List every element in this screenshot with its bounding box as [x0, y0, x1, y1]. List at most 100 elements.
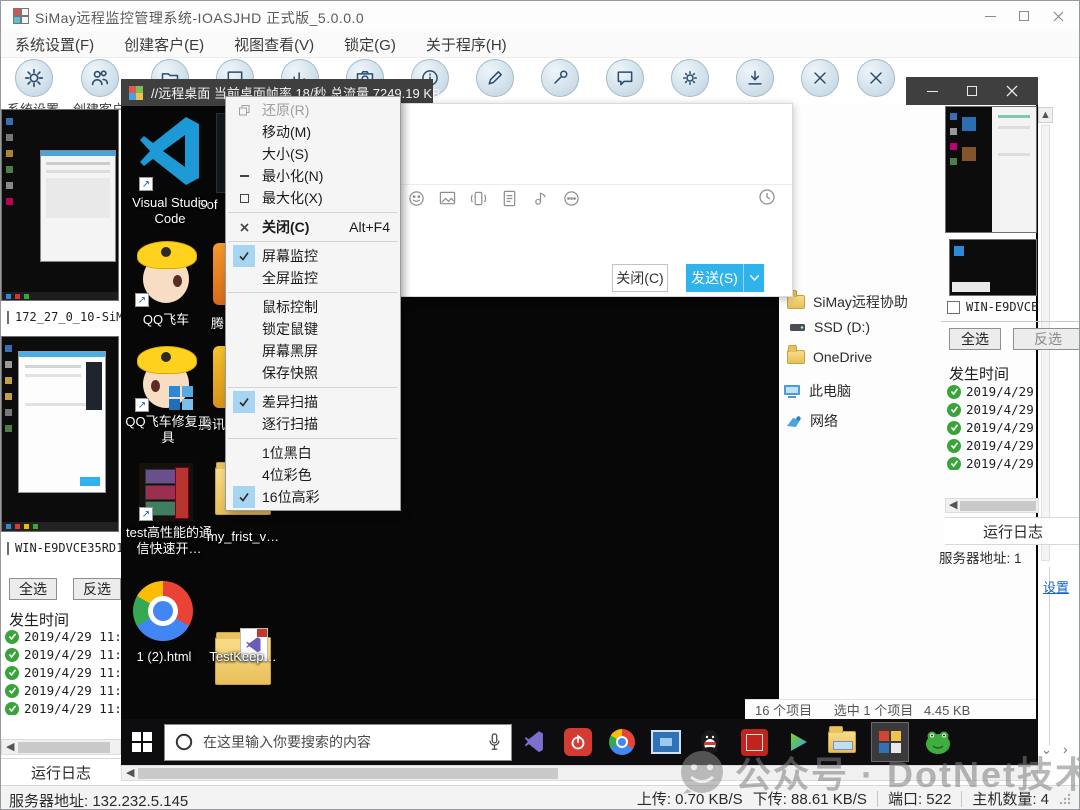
desktop-icon-chrome-html[interactable] [133, 581, 195, 645]
shake-window-icon[interactable] [470, 190, 487, 207]
tree-item-simay[interactable]: SiMay远程协助 [787, 292, 908, 312]
taskbar-netease-music-icon[interactable] [563, 727, 593, 757]
checked-icon [233, 391, 255, 413]
tree-item-onedrive[interactable]: OneDrive [787, 349, 872, 365]
host-thumbnail-1[interactable] [1, 109, 119, 301]
download-icon[interactable] [736, 59, 774, 97]
window-controls [973, 4, 1075, 28]
file-transfer-icon[interactable] [501, 190, 518, 207]
close-button[interactable] [1041, 4, 1075, 28]
menu-item-diff-scan[interactable]: 差异扫描 [226, 391, 400, 413]
menu-view[interactable]: 视图查看(V) [234, 34, 314, 55]
wrench-icon[interactable] [541, 59, 579, 97]
minimize-button[interactable] [920, 79, 946, 103]
menu-item-black-screen[interactable]: 屏幕黑屏 [226, 340, 400, 362]
taskbar-remote-app-icon[interactable] [651, 727, 681, 757]
menu-system-settings[interactable]: 系统设置(F) [15, 34, 94, 55]
menu-item-lock-input[interactable]: 锁定鼠键 [226, 318, 400, 340]
pencil-icon[interactable] [476, 59, 514, 97]
scroll-left-icon[interactable]: ◀ [126, 768, 134, 779]
audio-icon[interactable] [532, 190, 549, 207]
tree-item-this-pc[interactable]: 此电脑 [783, 381, 851, 401]
desktop-icon-qq-speed[interactable]: ↗ [135, 241, 197, 307]
maximize-button[interactable] [1007, 4, 1041, 28]
right-horizontal-scrollbar[interactable]: ◀ [945, 498, 1039, 513]
run-log-tab[interactable]: 运行日志 [1, 758, 121, 787]
scroll-left-icon[interactable]: ◀ [6, 742, 14, 753]
menu-item-mouse-control[interactable]: 鼠标控制 [226, 296, 400, 318]
invert-select-button[interactable]: 反选 [73, 578, 121, 600]
thumb-desktop-icons [5, 345, 13, 495]
select-all-button-right[interactable]: 全选 [949, 328, 1001, 350]
left-horizontal-scrollbar[interactable]: ◀ [1, 739, 121, 755]
select-all-button[interactable]: 全选 [9, 578, 57, 600]
desktop-icon-vscode[interactable]: ↗ [139, 113, 201, 191]
menu-item-screen-monitor[interactable]: 屏幕监控 [226, 245, 400, 267]
host-thumbnail-3[interactable] [945, 106, 1037, 233]
maximize-button[interactable] [959, 79, 985, 103]
settings-link[interactable]: 设置 [1043, 577, 1069, 596]
close-button[interactable] [999, 79, 1025, 103]
thumb-window [40, 150, 116, 262]
thumb-desktop-icons [6, 118, 14, 238]
desktop-icon-qq-speed-repair[interactable]: ↗ [135, 346, 197, 412]
mic-icon[interactable] [488, 733, 501, 751]
menu-item-fullscreen-monitor[interactable]: 全屏监控 [226, 267, 400, 289]
menu-about[interactable]: 关于程序(H) [426, 34, 507, 55]
host-thumbnail-2[interactable] [1, 336, 119, 532]
windows-logo-overlay [169, 386, 193, 410]
desktop-icon-label: TestKeep… [203, 649, 283, 665]
menu-item-size[interactable]: 大小(S) [226, 143, 400, 165]
settings-gear-icon[interactable] [671, 59, 709, 97]
menu-item-minimize[interactable]: 最小化(N) [226, 165, 400, 187]
scrollbar-thumb[interactable] [138, 768, 558, 779]
message-area[interactable] [400, 104, 792, 184]
taskbar-vscode-icon[interactable] [519, 727, 549, 757]
app-icon [13, 8, 29, 24]
menu-item-16bit-color[interactable]: 16位高彩 [226, 486, 400, 508]
run-log-tab-right[interactable]: 运行日志 [945, 517, 1080, 545]
divider [400, 184, 792, 185]
drive-icon [789, 321, 806, 333]
menu-item-1bit-bw[interactable]: 1位黑白 [226, 442, 400, 464]
invert-select-button-right[interactable]: 反选 [1013, 328, 1080, 350]
menu-item-save-snapshot[interactable]: 保存快照 [226, 362, 400, 384]
desktop-icon-winrar[interactable]: ↗ [139, 463, 193, 521]
menu-item-4bit-color[interactable]: 4位彩色 [226, 464, 400, 486]
menu-lock[interactable]: 锁定(G) [344, 34, 396, 55]
host-checkbox-1[interactable] [7, 311, 9, 324]
desktop-icon-label: QQ飞车修复工具 [125, 414, 211, 447]
scrollbar-thumb[interactable] [960, 501, 1036, 511]
host-thumbnail-4[interactable] [949, 239, 1037, 296]
host-checkbox-2[interactable] [7, 542, 9, 555]
computer-icon [783, 384, 801, 398]
menu-item-progressive-scan[interactable]: 逐行扫描 [226, 413, 400, 435]
tree-item-ssd[interactable]: SSD (D:) [789, 319, 870, 335]
menu-item-close[interactable]: 关闭(C) Alt+F4 [226, 216, 400, 238]
menu-create-client[interactable]: 创建客户(E) [124, 34, 204, 55]
chat-send-button[interactable]: 发送(S) [686, 264, 764, 292]
scrollbar-thumb[interactable] [18, 742, 110, 753]
host-checkbox-3[interactable] [947, 301, 960, 314]
close-x2-icon[interactable] [857, 59, 895, 97]
history-clock-icon[interactable] [758, 188, 776, 206]
menu-item-maximize[interactable]: 最大化(X) [226, 187, 400, 209]
server-address: 服务器地址: 132.232.5.145 [9, 790, 188, 810]
menu-item-move[interactable]: 移动(M) [226, 121, 400, 143]
taskbar-chrome-icon[interactable] [607, 727, 637, 757]
desktop-icon-label: my_frist_v… [201, 529, 285, 545]
minimize-button[interactable] [973, 4, 1007, 28]
scroll-up-icon[interactable]: ▲ [1038, 107, 1053, 123]
send-options-dropdown[interactable] [744, 275, 764, 281]
image-icon[interactable] [439, 190, 456, 207]
chat-close-button[interactable]: 关闭(C) [612, 264, 668, 292]
start-button[interactable] [127, 727, 157, 757]
taskbar-search[interactable]: 在这里输入你要搜索的内容 [164, 724, 512, 761]
emoji-icon[interactable] [408, 190, 425, 207]
tree-item-network[interactable]: 网络 [785, 411, 838, 431]
wechat-face-icon [679, 749, 725, 795]
scroll-left-icon[interactable]: ◀ [949, 500, 957, 511]
close-x-icon[interactable] [801, 59, 839, 97]
chat-icon[interactable] [606, 59, 644, 97]
more-icon[interactable] [563, 190, 580, 207]
